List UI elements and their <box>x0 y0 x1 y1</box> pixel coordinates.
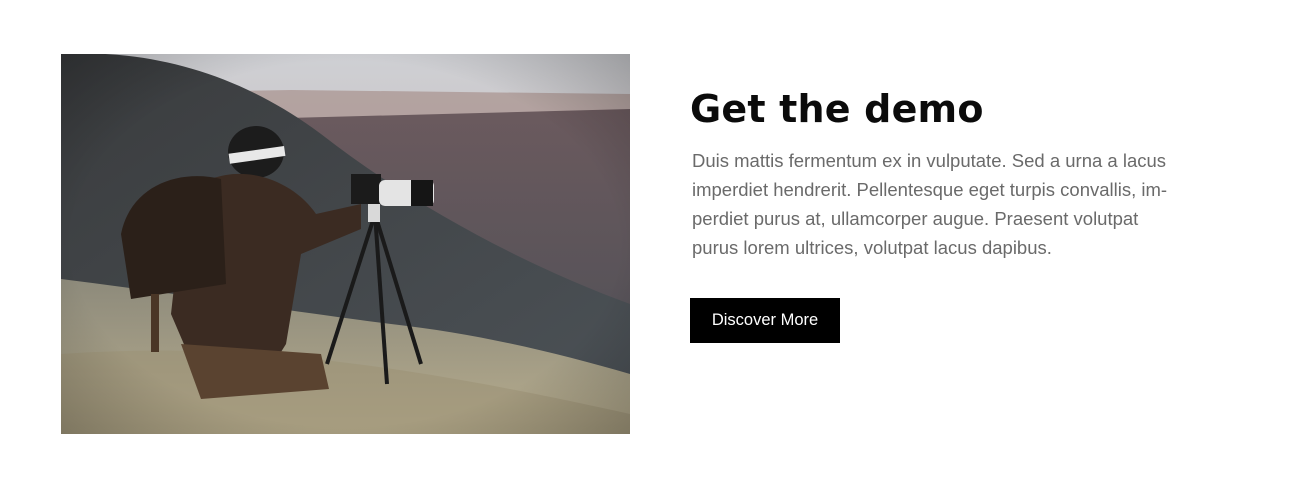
demo-section: Get the demo Duis mattis fermentum ex in… <box>0 0 1299 495</box>
section-description: Duis mattis fermentum ex in vulputate. S… <box>692 146 1227 262</box>
description-line: imperdiet hendrerit. Pellentesque eget t… <box>692 179 1168 200</box>
discover-more-button[interactable]: Discover More <box>690 298 840 343</box>
section-title: Get the demo <box>690 87 984 131</box>
description-line: perdiet purus at, ullamcorper augue. Pra… <box>692 208 1139 229</box>
demo-content: Get the demo Duis mattis fermentum ex in… <box>690 86 1235 262</box>
description-line: Duis mattis fermentum ex in vulputate. S… <box>692 150 1167 171</box>
description-line: purus lorem ultrices, volutpat lacus dap… <box>692 237 1052 258</box>
photographer-image <box>61 54 630 434</box>
